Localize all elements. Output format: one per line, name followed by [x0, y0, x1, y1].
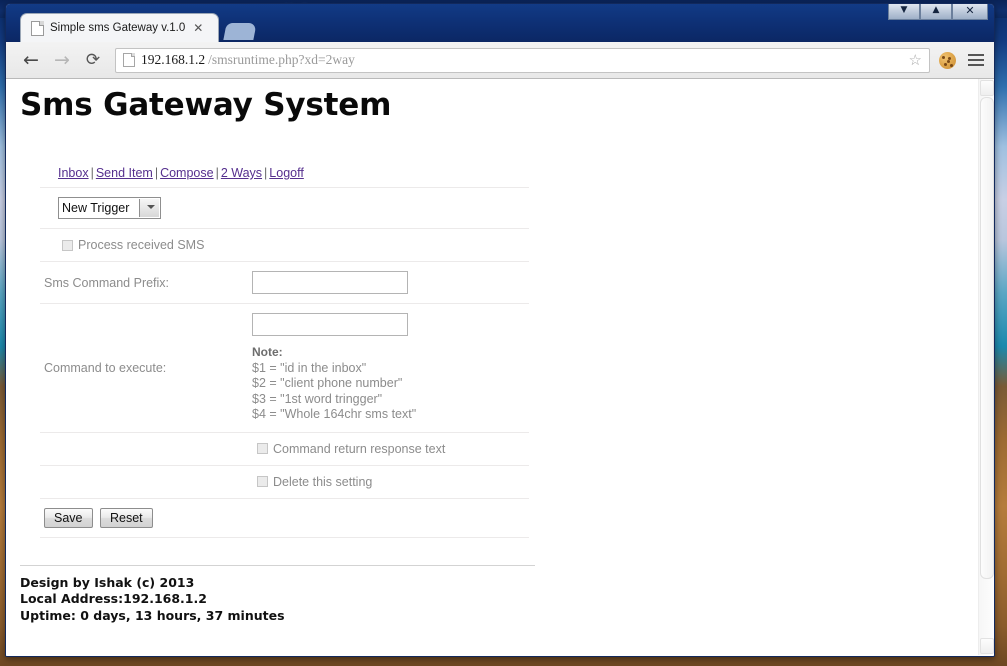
form-buttons-row: Save Reset — [40, 498, 529, 537]
delete-setting-cell: Delete this setting — [40, 465, 529, 498]
footer-design: Design by Ishak (c) 2013 — [20, 575, 979, 592]
command-return-response-checkbox[interactable] — [257, 443, 268, 454]
nav-link-logoff[interactable]: Logoff — [269, 166, 304, 180]
cookie-icon[interactable] — [939, 52, 956, 69]
bookmark-star-icon[interactable]: ☆ — [909, 51, 922, 69]
nav-link-inbox[interactable]: Inbox — [58, 166, 89, 180]
process-sms-checkbox-row: Process received SMS — [44, 238, 525, 252]
nav-link-compose[interactable]: Compose — [160, 166, 214, 180]
nav-links: Inbox|Send Item|Compose|2 Ways|Logoff — [40, 159, 529, 188]
page-title: Sms Gateway System — [6, 79, 979, 123]
process-received-sms-label: Process received SMS — [78, 238, 204, 252]
url-host: 192.168.1.2 — [141, 52, 205, 68]
note-line-2: $2 = "client phone number" — [252, 376, 525, 392]
new-tab-button[interactable] — [223, 23, 256, 40]
form-buttons-cell: Save Reset — [40, 498, 529, 537]
window-bottom-edge — [6, 655, 994, 657]
browser-toolbar: ← → ⟳ 192.168.1.2 /smsruntime.php?xd=2wa… — [6, 42, 994, 79]
trigger-select-cell: New Trigger — [40, 188, 529, 229]
process-sms-row: Process received SMS — [40, 229, 529, 262]
return-response-cell: Command return response text — [40, 432, 529, 465]
delete-setting-row: Delete this setting — [40, 465, 529, 498]
nav-link-2-ways[interactable]: 2 Ways — [221, 166, 262, 180]
trigger-select-row: New Trigger — [40, 188, 529, 229]
trigger-settings-form: Inbox|Send Item|Compose|2 Ways|Logoff Ne… — [40, 159, 529, 538]
delete-this-setting-label: Delete this setting — [273, 475, 372, 489]
command-to-execute-cell: Note: $1 = "id in the inbox" $2 = "clien… — [248, 304, 529, 433]
command-to-execute-row: Command to execute: Note: $1 = "id in th… — [40, 304, 529, 433]
delete-setting-checkbox-row: Delete this setting — [44, 475, 525, 489]
page-security-icon — [123, 53, 135, 67]
window-controls: ▼ ▲ ✕ — [888, 3, 988, 20]
command-to-execute-label: Command to execute: — [40, 304, 248, 433]
command-note-block: Note: $1 = "id in the inbox" $2 = "clien… — [252, 345, 525, 423]
forward-arrow-icon[interactable]: → — [51, 49, 73, 71]
process-sms-cell: Process received SMS — [40, 229, 529, 262]
command-to-execute-input[interactable] — [252, 313, 408, 336]
close-button[interactable]: ✕ — [952, 3, 988, 20]
tab-simple-sms-gateway[interactable]: Simple sms Gateway v.1.0 ✕ — [20, 13, 219, 42]
footer-local-address: Local Address:192.168.1.2 — [20, 591, 979, 608]
nav-row: Inbox|Send Item|Compose|2 Ways|Logoff — [40, 159, 529, 188]
footer-uptime: Uptime: 0 days, 13 hours, 37 minutes — [20, 608, 979, 625]
note-line-4: $4 = "Whole 164chr sms text" — [252, 407, 525, 423]
hamburger-menu-icon[interactable] — [968, 54, 984, 66]
nav-sep-3: | — [214, 166, 221, 180]
back-arrow-icon[interactable]: ← — [20, 49, 42, 71]
page-content: Sms Gateway System Inbox|Send Item|Compo… — [6, 79, 979, 655]
nav-sep-1: | — [89, 166, 96, 180]
save-button[interactable]: Save — [44, 508, 93, 528]
sms-command-prefix-row: Sms Command Prefix: — [40, 262, 529, 304]
sms-command-prefix-cell — [248, 262, 529, 304]
delete-this-setting-checkbox[interactable] — [257, 476, 268, 487]
tab-title: Simple sms Gateway v.1.0 — [50, 22, 185, 34]
trigger-select-wrapper: New Trigger — [58, 197, 161, 219]
note-title: Note: — [252, 345, 525, 361]
footer-divider — [20, 565, 535, 566]
page-icon — [31, 21, 44, 36]
note-line-1: $1 = "id in the inbox" — [252, 361, 525, 377]
address-bar[interactable]: 192.168.1.2 /smsruntime.php?xd=2way ☆ — [115, 48, 930, 73]
nav-sep-2: | — [153, 166, 160, 180]
return-response-row: Command return response text — [40, 432, 529, 465]
reload-icon[interactable]: ⟳ — [82, 49, 104, 71]
trigger-select[interactable]: New Trigger — [58, 197, 161, 219]
process-received-sms-checkbox[interactable] — [62, 240, 73, 251]
close-tab-icon[interactable]: ✕ — [191, 22, 203, 34]
sms-command-prefix-input[interactable] — [252, 271, 408, 294]
tab-strip: Simple sms Gateway v.1.0 ✕ — [20, 13, 255, 42]
scroll-down-button[interactable] — [980, 638, 994, 654]
nav-link-send-item[interactable]: Send Item — [96, 166, 153, 180]
return-response-checkbox-row: Command return response text — [44, 442, 525, 456]
page-viewport: Sms Gateway System Inbox|Send Item|Compo… — [6, 79, 994, 655]
browser-titlebar: ▼ ▲ ✕ Simple sms Gateway v.1.0 ✕ — [6, 4, 994, 42]
minimize-button[interactable]: ▼ — [888, 3, 920, 20]
sms-command-prefix-label: Sms Command Prefix: — [40, 262, 248, 304]
maximize-button[interactable]: ▲ — [920, 3, 952, 20]
footer: Design by Ishak (c) 2013 Local Address:1… — [20, 575, 979, 625]
url-path: /smsruntime.php?xd=2way — [208, 52, 355, 68]
command-return-response-label: Command return response text — [273, 442, 445, 456]
scrollbar-thumb[interactable] — [980, 97, 994, 579]
vertical-scrollbar[interactable] — [978, 79, 994, 655]
note-line-3: $3 = "1st word tringger" — [252, 392, 525, 408]
scroll-up-button[interactable] — [980, 80, 994, 96]
browser-window: ▼ ▲ ✕ Simple sms Gateway v.1.0 ✕ ← → ⟳ 1… — [5, 3, 995, 657]
reset-button[interactable]: Reset — [100, 508, 153, 528]
